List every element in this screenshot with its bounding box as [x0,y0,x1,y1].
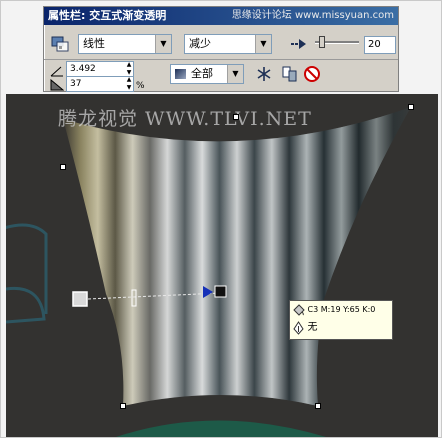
edge-pad-icon [50,76,65,91]
screenshot-frame: 属性栏: 交互式渐变透明 思缘设计论坛 www.missyuan.com 线性 … [0,0,442,438]
watermark-top: 思缘设计论坛 www.missyuan.com [231,10,394,21]
transparency-operation-value: 减少 [189,37,211,50]
vase-drawing [6,107,411,437]
transparency-target-select[interactable]: 全部 ▼ [170,64,244,84]
angle-spinner[interactable]: ▲ ▼ [124,61,134,77]
slider-thumb[interactable] [319,36,325,48]
color-tooltip: C3 M:19 Y:65 K:0 无 [289,300,393,340]
selection-handle[interactable] [120,403,126,409]
arrow-right-icon [289,34,309,54]
transparency-type-select[interactable]: 线性 ▼ [78,34,172,54]
gradient-end-handle[interactable] [214,285,227,298]
edge-pad-spinner[interactable]: ▲ ▼ [124,76,134,92]
watermark-mid: 腾龙视觉 WWW.TLVI.NET [58,108,312,130]
tooltip-color-label: C3 M:19 Y:65 K:0 [307,305,376,314]
drawing-canvas[interactable]: 腾龙视觉 WWW.TLVI.NET C3 M:19 Y:65 K:0 无 [6,94,438,437]
transparency-target-value: 全部 [191,67,213,80]
property-bar-title-text: 属性栏: 交互式渐变透明 [48,9,167,22]
chevron-down-icon[interactable]: ▼ [255,35,271,53]
tooltip-fill-row: 无 [292,320,318,336]
copy-properties-icon[interactable] [280,64,300,84]
angle-icon [50,62,64,77]
gradient-start-handle[interactable] [72,291,88,307]
background-outline [6,286,46,324]
snowflake-icon[interactable] [254,64,274,84]
selection-handle[interactable] [60,164,66,170]
vase-base [116,420,326,437]
selection-handle[interactable] [408,104,414,110]
property-bar-title: 属性栏: 交互式渐变透明 思缘设计论坛 www.missyuan.com [44,7,398,25]
pen-nib-icon [293,320,304,335]
property-row-2: 3.492 ▲ ▼ 37 ▲ ▼ % 全部 ▼ [44,61,398,92]
property-bar: 属性栏: 交互式渐变透明 思缘设计论坛 www.missyuan.com 线性 … [43,6,399,92]
selection-handle[interactable] [233,114,239,120]
target-swatch-icon [175,69,186,79]
chevron-down-icon[interactable]: ▼ [227,65,243,83]
midpoint-input[interactable]: 20 [364,36,396,54]
vase-shading [63,107,411,406]
percent-label: % [136,81,145,91]
midpoint-slider[interactable] [315,36,359,48]
tooltip-color-row: C3 M:19 Y:65 K:0 [292,302,375,318]
transparency-operation-select[interactable]: 减少 ▼ [184,34,272,54]
chevron-down-icon[interactable]: ▼ [155,35,171,53]
property-row-1: 线性 ▼ 减少 ▼ 20 [44,29,398,60]
paint-bucket-icon [293,303,305,316]
transparency-icon[interactable] [50,34,70,54]
clear-transparency-icon[interactable] [302,64,322,84]
tooltip-fill-label: 无 [307,322,318,333]
selection-handle[interactable] [315,403,321,409]
transparency-type-value: 线性 [83,37,105,50]
